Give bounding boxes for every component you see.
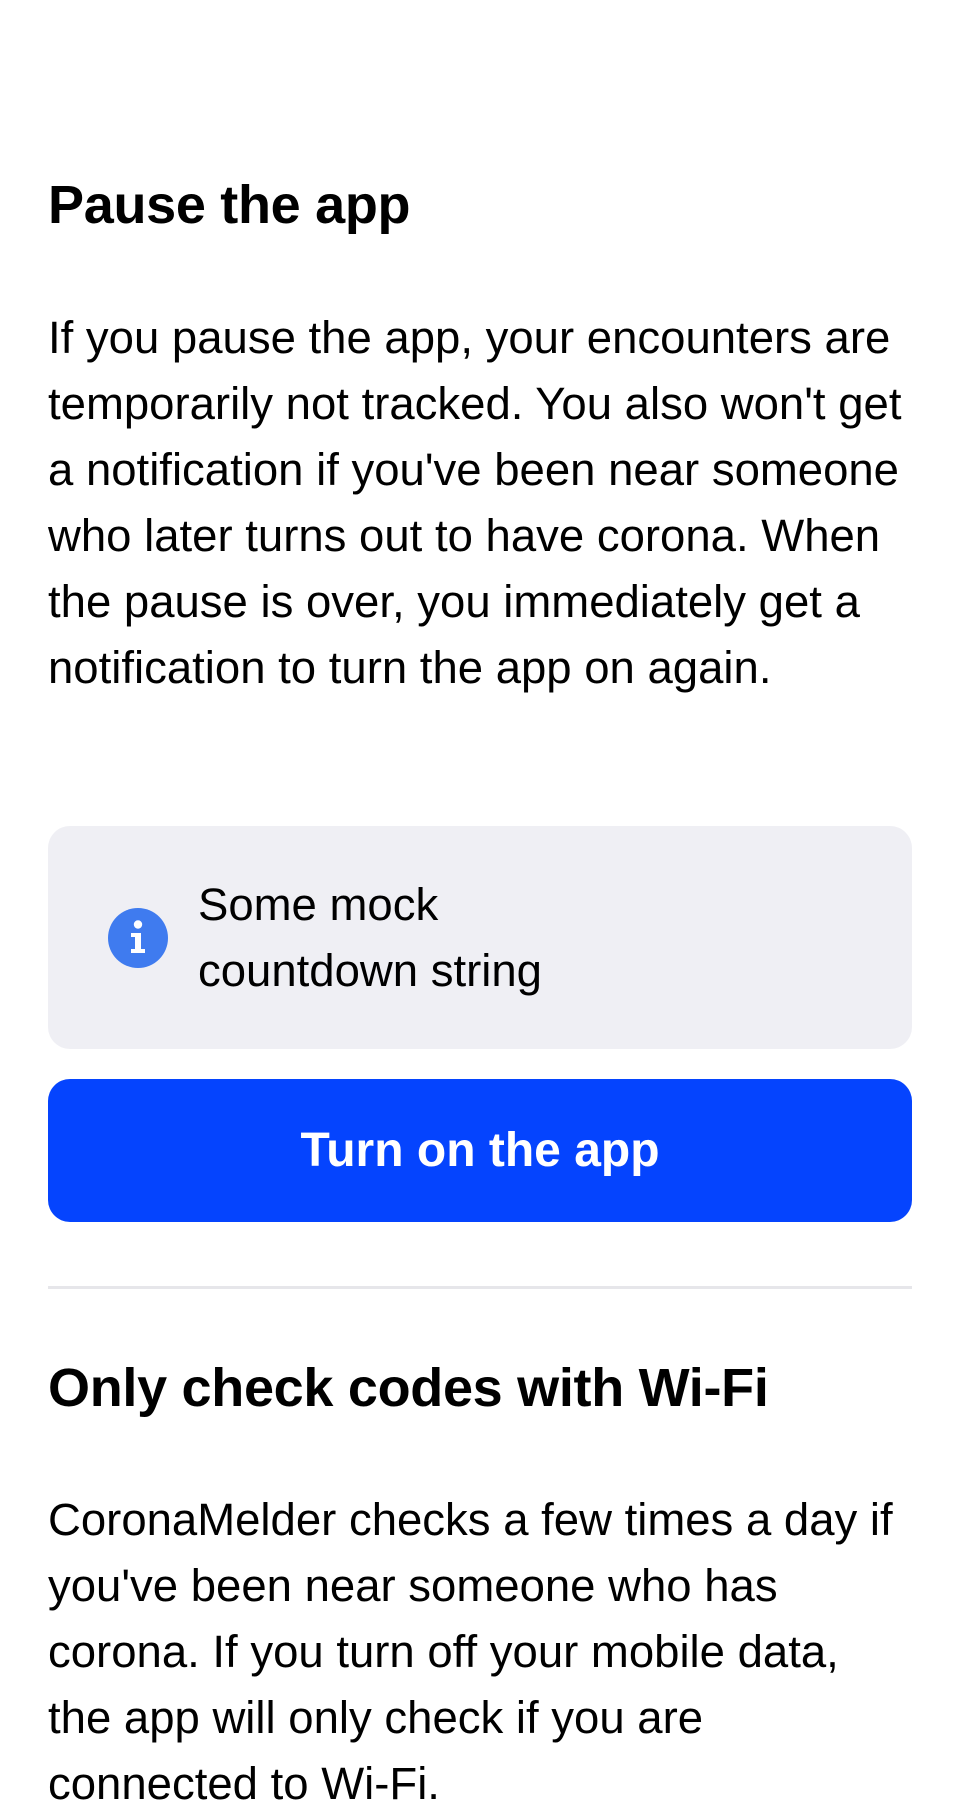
pause-section-description: If you pause the app, your encounters ar… — [48, 312, 902, 693]
pause-countdown-text: Some mock countdown string — [198, 879, 542, 996]
wifi-section-title: Only check codes with Wi-Fi — [48, 1358, 769, 1418]
info-icon — [108, 908, 168, 968]
pause-section-title: Pause the app — [48, 175, 411, 235]
section-divider — [48, 1286, 912, 1289]
pause-countdown-info-box: Some mock countdown string — [48, 826, 912, 1049]
turn-on-app-button[interactable]: Turn on the app — [48, 1079, 912, 1222]
wifi-section-description: CoronaMelder checks a few times a day if… — [48, 1494, 893, 1809]
